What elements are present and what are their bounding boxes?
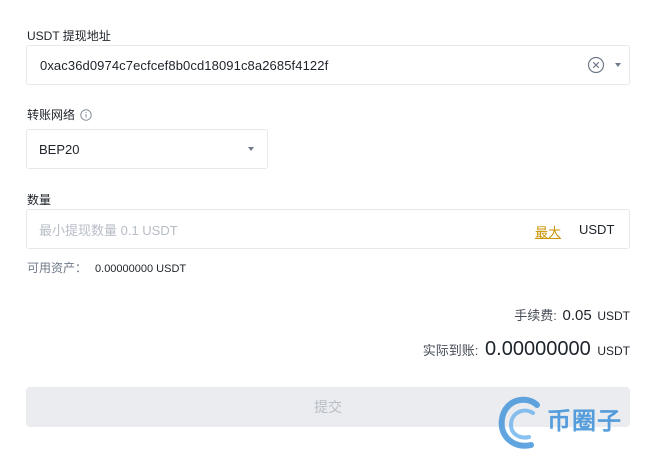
address-field[interactable]: 0xac36d0974c7ecfcef8b0cd18091c8a2685f412… — [26, 45, 630, 85]
network-label-text: 转账网络 — [27, 108, 76, 122]
network-value: BEP20 — [39, 142, 80, 157]
clear-icon[interactable] — [587, 56, 605, 74]
fee-value: 0.05 — [562, 307, 592, 324]
receive-row: 实际到账: 0.00000000 USDT — [423, 338, 630, 361]
fee-label: 手续费: — [514, 308, 557, 323]
network-select[interactable]: BEP20 — [26, 129, 268, 169]
fee-unit: USDT — [597, 309, 630, 323]
watermark-logo-icon — [498, 396, 540, 449]
receive-unit: USDT — [597, 344, 630, 358]
address-value: 0xac36d0974c7ecfcef8b0cd18091c8a2685f412… — [40, 58, 329, 73]
quantity-unit: USDT — [579, 222, 615, 237]
caret-down-icon[interactable] — [615, 63, 621, 67]
quantity-label: 数量 — [27, 193, 52, 207]
receive-value: 0.00000000 — [485, 338, 591, 360]
caret-down-icon[interactable] — [248, 147, 254, 151]
receive-label: 实际到账: — [422, 343, 479, 358]
watermark: 币圈子 — [497, 393, 647, 451]
available-value: 0.00000000 USDT — [95, 263, 187, 275]
max-button[interactable]: 最大 — [535, 222, 561, 241]
available-label: 可用资产： — [27, 261, 88, 275]
network-label: 转账网络 — [27, 106, 92, 123]
address-label: USDT 提现地址 — [27, 29, 111, 43]
info-icon[interactable] — [80, 108, 92, 121]
fee-row: 手续费: 0.05 USDT — [514, 305, 630, 324]
available-balance: 可用资产： 0.00000000 USDT — [27, 259, 186, 276]
quantity-field[interactable]: 最大 USDT — [26, 209, 630, 249]
watermark-text: 币圈子 — [547, 408, 622, 435]
quantity-input[interactable] — [39, 220, 479, 240]
